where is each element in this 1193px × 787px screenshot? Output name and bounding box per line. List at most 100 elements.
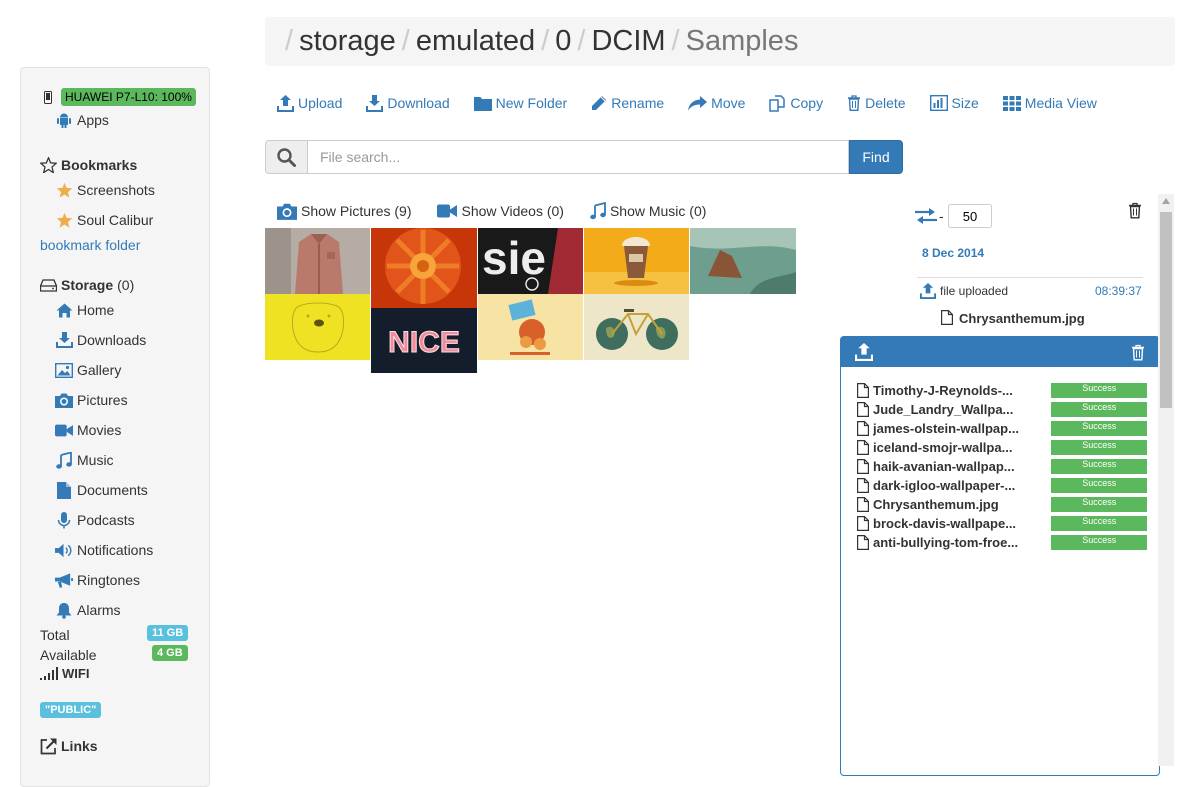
thumbnail-shirt[interactable] xyxy=(265,228,370,294)
upload-file-name[interactable]: haik-avanian-wallpap... xyxy=(873,459,1033,474)
breadcrumb-0[interactable]: 0 xyxy=(555,25,571,58)
show-music-label: Show Music (0) xyxy=(609,203,707,219)
breadcrumb-dcim[interactable]: DCIM xyxy=(591,25,665,58)
upload-button[interactable]: Upload xyxy=(277,94,343,112)
sidebar: HUAWEI P7-L10: 100% Apps Bookmarks Scree… xyxy=(20,67,210,787)
upload-file-name[interactable]: dark-igloo-wallpaper-... xyxy=(873,478,1033,493)
find-button[interactable]: Find xyxy=(849,140,903,174)
sidebar-item-ringtones[interactable]: Ringtones xyxy=(55,571,140,589)
sidebar-item-alarms[interactable]: Alarms xyxy=(55,601,121,619)
bookmark-folder-link[interactable]: bookmark folder xyxy=(40,237,140,253)
copy-button[interactable]: Copy xyxy=(769,94,823,112)
upload-status-bar: Success xyxy=(1051,421,1147,436)
bookmark-soul-calibur[interactable]: Soul Calibur xyxy=(55,211,153,229)
thumbnail-landscape[interactable] xyxy=(690,228,796,294)
sidebar-item-documents[interactable]: Documents xyxy=(55,481,148,499)
upload-file-name[interactable]: james-olstein-wallpap... xyxy=(873,421,1033,436)
thumbnail-bear[interactable] xyxy=(478,294,583,360)
show-videos-button[interactable]: Show Videos (0) xyxy=(437,203,564,219)
thumbnail-chrysanthemum[interactable] xyxy=(371,228,477,308)
move-button[interactable]: Move xyxy=(688,95,745,111)
breadcrumb-storage[interactable]: storage xyxy=(299,25,396,58)
scrollbar[interactable] xyxy=(1158,194,1174,766)
upload-file-name[interactable]: Chrysanthemum.jpg xyxy=(873,497,1033,512)
document-icon xyxy=(55,481,73,499)
upload-file-name[interactable]: brock-davis-wallpape... xyxy=(873,516,1033,531)
show-music-button[interactable]: Show Music (0) xyxy=(590,202,706,220)
activity-date: 8 Dec 2014 xyxy=(922,246,985,260)
music-icon xyxy=(55,451,73,469)
upload-status-bar: Success xyxy=(1051,402,1147,417)
rename-label: Rename xyxy=(611,95,665,111)
file-icon xyxy=(857,421,869,436)
bar-chart-icon xyxy=(929,95,948,111)
home-icon xyxy=(55,301,73,319)
file-icon xyxy=(857,478,869,493)
links-header[interactable]: Links xyxy=(39,737,98,755)
sidebar-item-movies[interactable]: Movies xyxy=(55,421,121,439)
upload-label: Upload xyxy=(298,95,343,111)
search-input[interactable] xyxy=(308,140,849,174)
upload-icon xyxy=(920,283,936,299)
sidebar-item-music[interactable]: Music xyxy=(55,451,114,469)
upload-file-name[interactable]: Jude_Landry_Wallpa... xyxy=(873,402,1033,417)
upload-icon[interactable] xyxy=(855,343,873,361)
svg-text:NICE: NICE xyxy=(388,326,460,359)
upload-status-bar: Success xyxy=(1051,440,1147,455)
activity-file[interactable]: Chrysanthemum.jpg xyxy=(959,311,1085,326)
thumbnail-bulldog[interactable] xyxy=(265,294,370,360)
sidebar-item-pictures[interactable]: Pictures xyxy=(55,391,128,409)
show-pictures-button[interactable]: Show Pictures (9) xyxy=(277,203,411,220)
thumbnail-bicycle[interactable] xyxy=(584,294,689,360)
upload-row: iceland-smojr-wallpa... Success xyxy=(857,438,1147,457)
total-badge: 11 GB xyxy=(147,625,189,641)
download-button[interactable]: Download xyxy=(366,94,450,112)
breadcrumb-emulated[interactable]: emulated xyxy=(416,25,535,58)
upload-row: haik-avanian-wallpap... Success xyxy=(857,457,1147,476)
sidebar-item-downloads[interactable]: Downloads xyxy=(55,331,146,349)
media-view-button[interactable]: Media View xyxy=(1002,95,1097,111)
page-size-input[interactable] xyxy=(948,204,992,228)
rename-button[interactable]: Rename xyxy=(591,95,664,111)
sidebar-item-podcasts[interactable]: Podcasts xyxy=(55,511,135,529)
trash-icon[interactable] xyxy=(1131,344,1145,361)
thumbnail-nice[interactable]: NICE xyxy=(371,308,477,373)
sidebar-item-apps[interactable]: Apps xyxy=(55,111,109,129)
swap-icon[interactable] xyxy=(915,208,937,224)
sidebar-item-label: Ringtones xyxy=(77,572,141,588)
sidebar-item-gallery[interactable]: Gallery xyxy=(55,361,121,379)
sidebar-item-label: Gallery xyxy=(77,362,122,378)
sidebar-item-label: Apps xyxy=(77,112,109,128)
upload-file-name[interactable]: Timothy-J-Reynolds-... xyxy=(873,383,1033,398)
delete-button[interactable]: Delete xyxy=(847,95,906,111)
sidebar-item-label: Downloads xyxy=(77,332,147,348)
music-icon xyxy=(590,202,606,220)
clear-activity-icon[interactable] xyxy=(1128,202,1142,219)
upload-file-name[interactable]: anti-bullying-tom-froe... xyxy=(873,535,1033,550)
sidebar-item-notifications[interactable]: Notifications xyxy=(55,541,153,559)
upload-row: Jude_Landry_Wallpa... Success xyxy=(857,400,1147,419)
storage-title: Storage xyxy=(61,277,114,293)
signal-icon xyxy=(40,667,59,680)
bookmark-screenshots[interactable]: Screenshots xyxy=(55,181,155,199)
new-folder-button[interactable]: New Folder xyxy=(473,95,567,111)
thumbnail-icecream[interactable] xyxy=(584,228,689,294)
upload-row: brock-davis-wallpape... Success xyxy=(857,514,1147,533)
size-button[interactable]: Size xyxy=(929,95,979,111)
scrollbar-thumb[interactable] xyxy=(1160,212,1172,408)
activity-event: file uploaded xyxy=(940,284,1009,298)
page-size-dash: - xyxy=(939,208,944,224)
video-camera-icon xyxy=(437,204,458,218)
thumbnail-sie[interactable]: sie xyxy=(478,228,583,294)
sidebar-item-label: Pictures xyxy=(77,392,128,408)
sidebar-item-home[interactable]: Home xyxy=(55,301,114,319)
upload-file-name[interactable]: iceland-smojr-wallpa... xyxy=(873,440,1033,455)
microphone-icon xyxy=(55,511,73,529)
media-view-label: Media View xyxy=(1024,95,1097,111)
scroll-up-arrow-icon[interactable] xyxy=(1162,198,1170,204)
device-row[interactable]: HUAWEI P7-L10: 100% xyxy=(39,88,196,106)
grid-icon xyxy=(1002,95,1021,111)
camera-icon xyxy=(277,203,297,220)
star-outline-icon xyxy=(39,156,57,174)
sidebar-item-label: Documents xyxy=(77,482,148,498)
